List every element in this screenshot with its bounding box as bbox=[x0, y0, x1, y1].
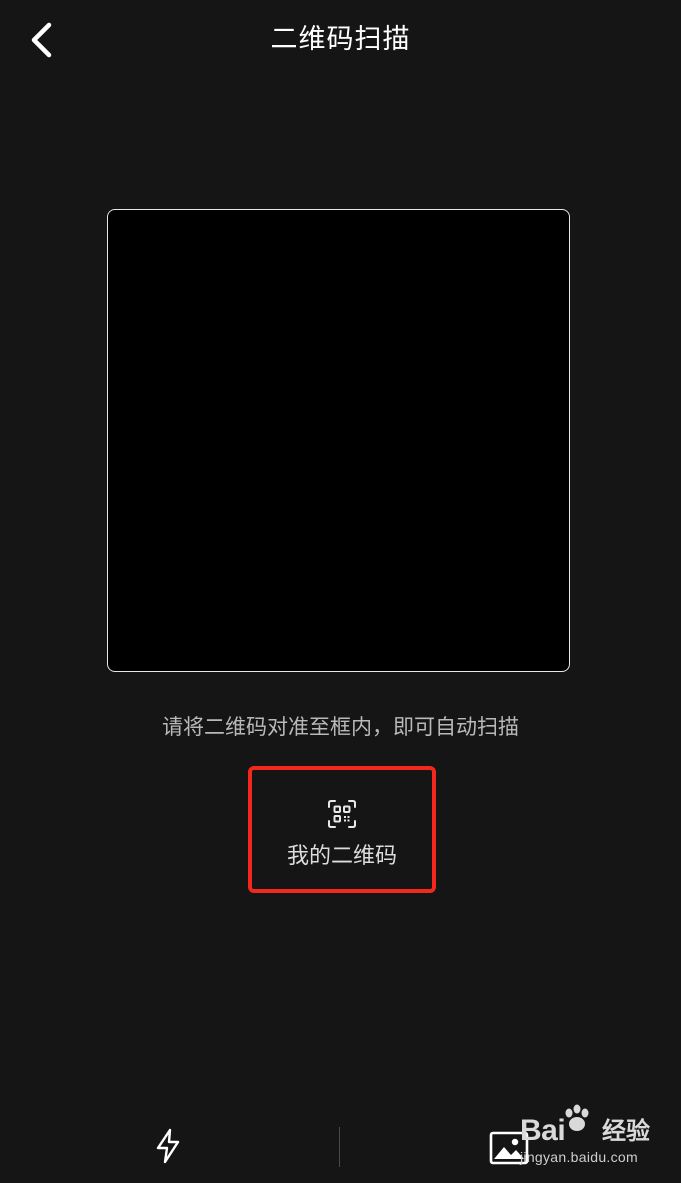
toolbar-divider bbox=[339, 1127, 340, 1167]
qr-scan-screen: 二维码扫描 请将二维码对准至框内，即可自动扫描 我的二维码 Bai 经验 jin… bbox=[0, 0, 681, 1183]
my-qr-code-button[interactable]: 我的二维码 bbox=[248, 766, 436, 893]
page-title: 二维码扫描 bbox=[270, 24, 411, 55]
gallery-button[interactable] bbox=[488, 1128, 532, 1168]
scan-frame bbox=[107, 209, 570, 672]
qr-code-icon bbox=[328, 800, 356, 828]
flashlight-button[interactable] bbox=[148, 1126, 188, 1166]
image-icon bbox=[489, 1131, 529, 1165]
bottom-toolbar bbox=[0, 1100, 681, 1183]
lightning-icon bbox=[156, 1128, 180, 1164]
scan-hint: 请将二维码对准至框内，即可自动扫描 bbox=[162, 715, 519, 739]
header: 二维码扫描 bbox=[0, 0, 681, 80]
my-qr-code-label: 我的二维码 bbox=[286, 844, 397, 869]
